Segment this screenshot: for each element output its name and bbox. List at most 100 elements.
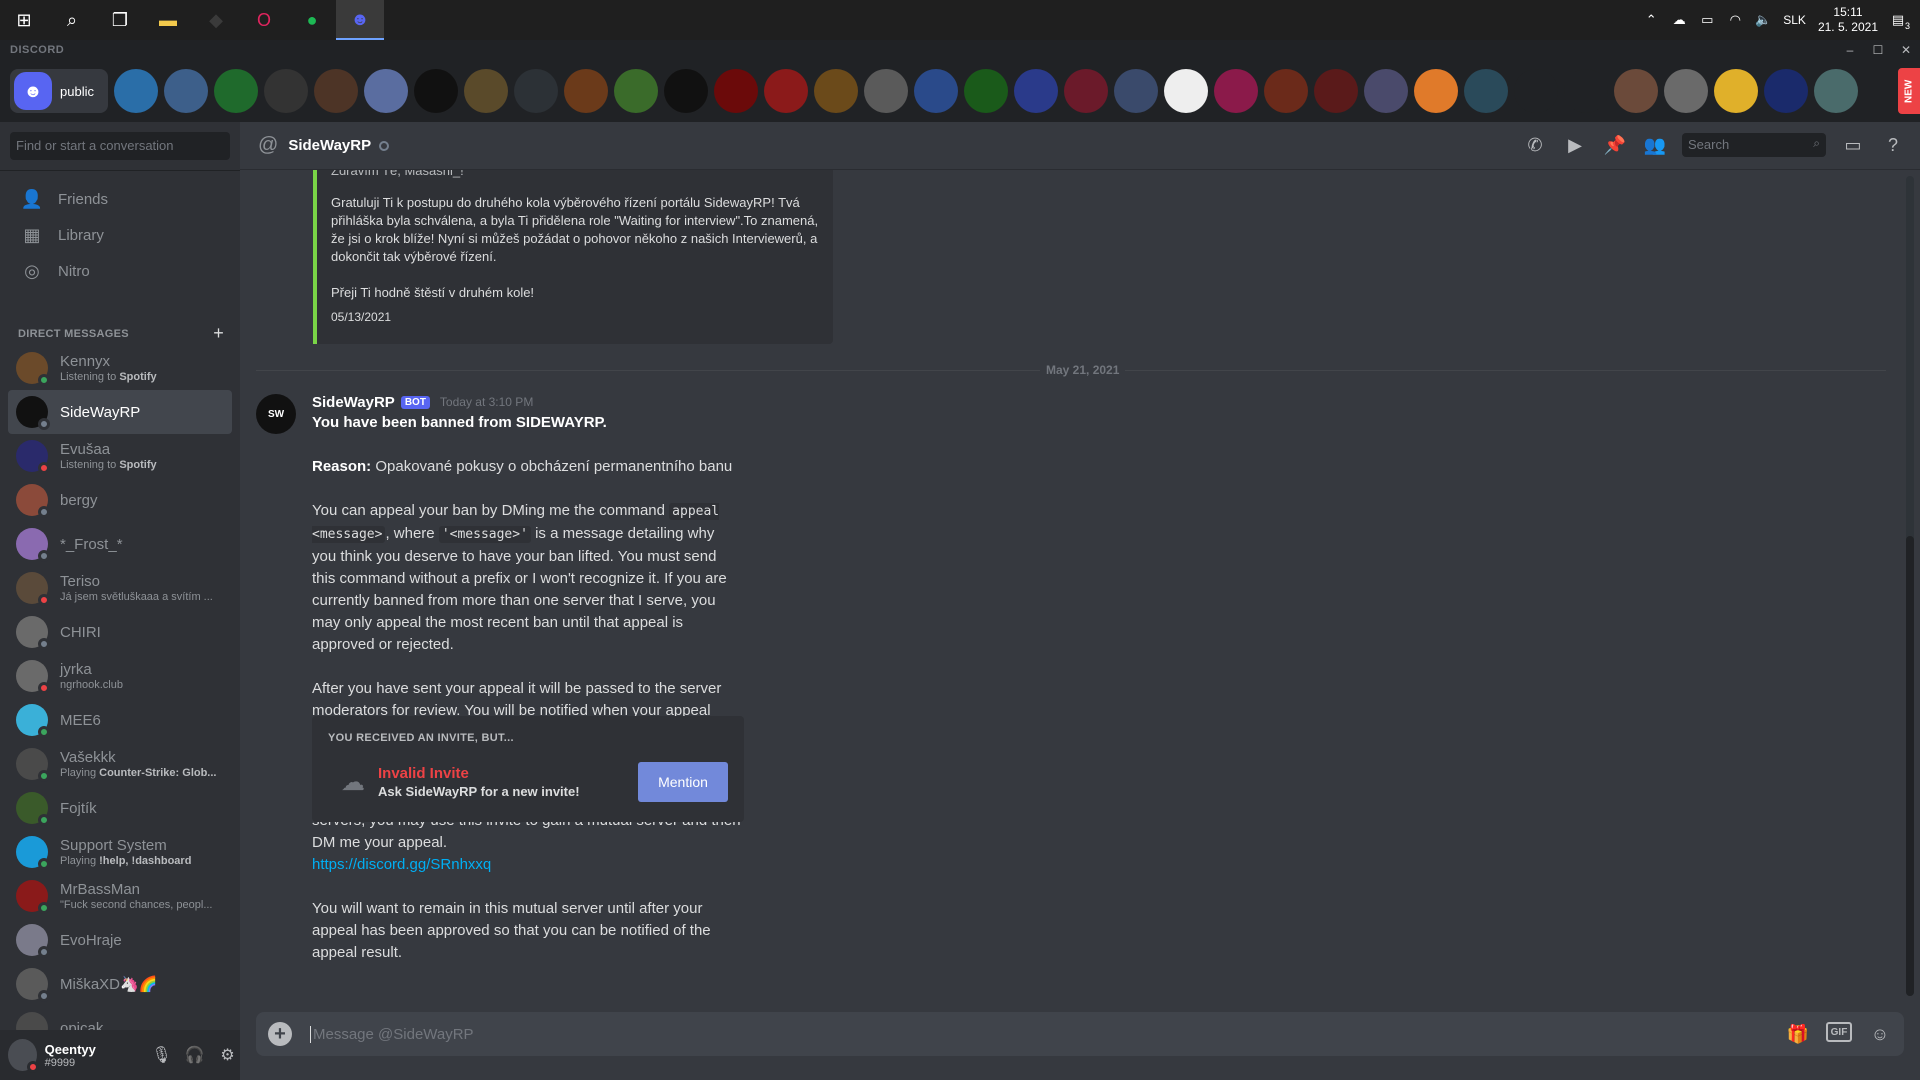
invite-link[interactable]: https://discord.gg/SRnhxxq bbox=[312, 856, 491, 873]
taskbar-app-windows[interactable]: ⊞ bbox=[0, 0, 48, 40]
headphones-icon[interactable]: 🎧 bbox=[182, 1041, 207, 1069]
user-avatar[interactable] bbox=[8, 1039, 39, 1073]
message-input[interactable]: Message @SideWayRP bbox=[310, 1025, 474, 1043]
home-button[interactable]: ☻ public bbox=[10, 69, 108, 113]
onedrive-icon[interactable]: ☁ bbox=[1671, 12, 1687, 28]
create-dm-plus-icon[interactable]: + bbox=[213, 323, 224, 344]
taskbar-app-search[interactable]: ⌕ bbox=[48, 0, 96, 40]
maximize-icon[interactable]: ☐ bbox=[1864, 40, 1892, 60]
author-name[interactable]: SideWayRP bbox=[312, 394, 395, 411]
server-icon[interactable] bbox=[264, 69, 308, 113]
server-icon[interactable] bbox=[714, 69, 758, 113]
server-icon[interactable] bbox=[1564, 69, 1608, 113]
server-icon[interactable] bbox=[1664, 69, 1708, 113]
author-avatar[interactable]: SW bbox=[256, 394, 296, 434]
server-icon[interactable] bbox=[1064, 69, 1108, 113]
taskbar-app-file-explorer[interactable]: ▬ bbox=[144, 0, 192, 40]
taskbar-app-discord-taskbar[interactable]: ☻ bbox=[336, 0, 384, 40]
server-icon[interactable] bbox=[314, 69, 358, 113]
taskbar-app-opera[interactable]: O bbox=[240, 0, 288, 40]
dm-item[interactable]: bergy bbox=[8, 478, 232, 522]
dm-name: Evušaa bbox=[60, 440, 111, 458]
taskbar-app-spotify[interactable]: ● bbox=[288, 0, 336, 40]
pin-icon[interactable]: 📌 bbox=[1602, 132, 1628, 158]
wifi-icon[interactable]: ◠ bbox=[1727, 12, 1743, 28]
minimize-icon[interactable]: – bbox=[1836, 40, 1864, 60]
server-icon[interactable] bbox=[1314, 69, 1358, 113]
close-icon[interactable]: ✕ bbox=[1892, 40, 1920, 60]
dm-item[interactable]: Teriso Já jsem světluškaaa a svítím ... bbox=[8, 566, 232, 610]
server-icon[interactable] bbox=[1014, 69, 1058, 113]
language-indicator[interactable]: SLK bbox=[1783, 13, 1806, 27]
dm-item[interactable]: Evušaa Listening to Spotify bbox=[8, 434, 232, 478]
server-icon[interactable] bbox=[864, 69, 908, 113]
dm-item[interactable]: Kennyx Listening to Spotify bbox=[8, 346, 232, 390]
dm-item[interactable]: MiškaXD🦄🌈 bbox=[8, 962, 232, 1006]
server-icon[interactable] bbox=[1114, 69, 1158, 113]
taskbar-app-app-1[interactable]: ◆ bbox=[192, 0, 240, 40]
server-icon[interactable] bbox=[614, 69, 658, 113]
server-icon[interactable] bbox=[364, 69, 408, 113]
volume-icon[interactable]: 🔈 bbox=[1755, 12, 1771, 28]
dm-item[interactable]: MrBassMan "Fuck second chances, peopl... bbox=[8, 874, 232, 918]
server-icon[interactable] bbox=[1814, 69, 1858, 113]
server-icon[interactable] bbox=[214, 69, 258, 113]
server-icon[interactable] bbox=[814, 69, 858, 113]
gif-button[interactable]: GIF bbox=[1826, 1022, 1852, 1042]
dm-item[interactable]: SideWayRP bbox=[8, 390, 232, 434]
taskbar-app-task-view[interactable]: ❐ bbox=[96, 0, 144, 40]
add-friend-icon[interactable]: 👥 bbox=[1642, 132, 1668, 158]
nav-nitro[interactable]: ◎ Nitro bbox=[8, 250, 232, 292]
dm-item[interactable]: MEE6 bbox=[8, 698, 232, 742]
server-icon[interactable] bbox=[1214, 69, 1258, 113]
microphone-icon[interactable]: 🎙 bbox=[149, 1041, 174, 1069]
inbox-icon[interactable]: ▭ bbox=[1840, 132, 1866, 158]
attach-plus-icon[interactable]: + bbox=[268, 1022, 292, 1046]
battery-icon[interactable]: ▭ bbox=[1699, 12, 1715, 28]
server-icon[interactable] bbox=[1414, 69, 1458, 113]
dm-item[interactable]: Support System Playing !help, !dashboard bbox=[8, 830, 232, 874]
find-conversation-input[interactable]: Find or start a conversation bbox=[10, 132, 230, 160]
chevron-up-icon[interactable]: ⌃ bbox=[1643, 12, 1659, 28]
help-icon[interactable]: ? bbox=[1880, 132, 1906, 158]
header-search-input[interactable]: Search ⌕ bbox=[1682, 133, 1826, 157]
new-badge[interactable]: NEW bbox=[1898, 68, 1920, 114]
server-icon[interactable] bbox=[1514, 69, 1558, 113]
server-icon[interactable] bbox=[414, 69, 458, 113]
server-icon[interactable] bbox=[1364, 69, 1408, 113]
gift-icon[interactable]: 🎁 bbox=[1786, 1022, 1810, 1046]
emoji-icon[interactable]: ☺ bbox=[1868, 1022, 1892, 1046]
dm-item[interactable]: jyrka ngrhook.club bbox=[8, 654, 232, 698]
dm-text: MrBassMan "Fuck second chances, peopl... bbox=[60, 881, 220, 912]
settings-gear-icon[interactable]: ⚙ bbox=[215, 1041, 240, 1069]
server-icon[interactable] bbox=[164, 69, 208, 113]
clock[interactable]: 15:11 21. 5. 2021 bbox=[1818, 5, 1878, 35]
server-icon[interactable] bbox=[1764, 69, 1808, 113]
voice-call-icon[interactable]: ✆ bbox=[1522, 132, 1548, 158]
server-icon[interactable] bbox=[964, 69, 1008, 113]
server-icon[interactable] bbox=[764, 69, 808, 113]
server-icon[interactable] bbox=[664, 69, 708, 113]
dm-item[interactable]: Vašekkk Playing Counter-Strike: Glob... bbox=[8, 742, 232, 786]
scrollbar-thumb[interactable] bbox=[1906, 536, 1914, 996]
server-icon[interactable] bbox=[914, 69, 958, 113]
server-icon[interactable] bbox=[514, 69, 558, 113]
server-icon[interactable] bbox=[114, 69, 158, 113]
dm-item[interactable]: Fojtík bbox=[8, 786, 232, 830]
server-icon[interactable] bbox=[1164, 69, 1208, 113]
chat-scrollbar[interactable] bbox=[1906, 176, 1914, 996]
dm-item[interactable]: *_Frost_* bbox=[8, 522, 232, 566]
dm-item[interactable]: CHIRI bbox=[8, 610, 232, 654]
notification-center-icon[interactable]: ▤ 3 bbox=[1890, 12, 1910, 31]
server-icon[interactable] bbox=[464, 69, 508, 113]
server-icon[interactable] bbox=[564, 69, 608, 113]
server-icon[interactable] bbox=[1714, 69, 1758, 113]
server-icon[interactable] bbox=[1464, 69, 1508, 113]
user-info[interactable]: Qeentyy #9999 bbox=[45, 1042, 141, 1069]
dm-item[interactable]: EvoHraje bbox=[8, 918, 232, 962]
friends-icon: 👤 bbox=[20, 188, 44, 209]
video-call-icon[interactable]: ▶ bbox=[1562, 132, 1588, 158]
mention-button[interactable]: Mention bbox=[638, 762, 728, 802]
server-icon[interactable] bbox=[1614, 69, 1658, 113]
server-icon[interactable] bbox=[1264, 69, 1308, 113]
